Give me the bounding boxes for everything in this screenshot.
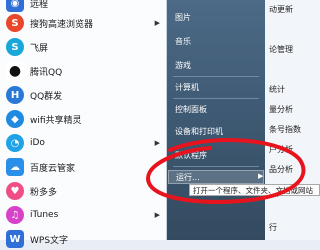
bg-text: 动更新 bbox=[269, 5, 293, 14]
bg-text: 行 bbox=[269, 223, 277, 232]
menu-item-devices-printers[interactable]: 设备和打印机 bbox=[175, 126, 223, 137]
program-label: 飞屏 bbox=[30, 43, 49, 54]
menu-item-default-programs[interactable]: 默认程序 bbox=[175, 150, 207, 161]
start-menu-programs-list: ◉ 远程 S 搜狗高速浏览器 ▶ S 飞屏 ● 腾讯QQ H QQ群发 ◆ wi… bbox=[0, 0, 167, 248]
program-label: 远程 bbox=[30, 0, 49, 10]
submenu-arrow-icon: ▶ bbox=[154, 139, 160, 147]
program-item-fenduoduo[interactable]: ♥ 粉多多 bbox=[0, 180, 166, 202]
feiping-icon: S bbox=[6, 38, 24, 56]
baidu-cloud-icon: ☁ bbox=[6, 158, 24, 176]
bg-text: 统计 bbox=[269, 85, 285, 94]
menu-item-control-panel[interactable]: 控制面板 bbox=[175, 104, 207, 115]
program-label: wifi共享精灵 bbox=[30, 115, 82, 126]
program-item-sogou-browser[interactable]: S 搜狗高速浏览器 ▶ bbox=[0, 12, 166, 34]
ido-icon: ◔ bbox=[6, 134, 24, 152]
menu-divider bbox=[173, 98, 259, 99]
bg-text: 户分析 bbox=[269, 145, 293, 154]
program-label: iTunes bbox=[30, 210, 59, 220]
program-item-baidu-cloud[interactable]: ☁ 百度云管家 bbox=[0, 156, 166, 178]
program-label: 腾讯QQ bbox=[30, 67, 63, 78]
start-menu-right-pane: 图片 音乐 游戏 计算机 控制面板 设备和打印机 默认程序 bbox=[167, 0, 265, 240]
background-window: 动更新 论管理 统计 量分析 条号指数 户分析 品分析 用户 行 bbox=[265, 0, 320, 240]
program-label: iDo bbox=[30, 138, 45, 148]
program-label: WPS文字 bbox=[30, 235, 69, 246]
program-item-qq-mass-send[interactable]: H QQ群发 bbox=[0, 84, 166, 106]
program-label: 粉多多 bbox=[30, 187, 58, 198]
program-item-itunes[interactable]: ♫ iTunes ▶ bbox=[0, 204, 166, 226]
bg-text: 论管理 bbox=[269, 45, 293, 54]
bg-text: 量分析 bbox=[269, 105, 293, 114]
program-item-qq[interactable]: ● 腾讯QQ bbox=[0, 60, 166, 82]
submenu-arrow-icon: ▶ bbox=[154, 211, 160, 219]
menu-item-games[interactable]: 游戏 bbox=[175, 60, 191, 71]
submenu-arrow-icon: ▶ bbox=[154, 19, 160, 27]
wifi-icon: ◆ bbox=[6, 110, 24, 128]
itunes-icon: ♫ bbox=[6, 206, 24, 224]
qq-penguin-icon: ● bbox=[6, 62, 24, 80]
qq-mass-send-icon: H bbox=[6, 86, 24, 104]
menu-item-pictures[interactable]: 图片 bbox=[175, 12, 191, 23]
run-tooltip: 打开一个程序、文件夹、文档或网站 bbox=[189, 184, 320, 196]
menu-divider bbox=[173, 166, 259, 167]
bg-text: 条号指数 bbox=[269, 125, 301, 134]
menu-item-music[interactable]: 音乐 bbox=[175, 36, 191, 47]
program-label: 搜狗高速浏览器 bbox=[30, 19, 94, 30]
program-label: 百度云管家 bbox=[30, 163, 76, 174]
menu-item-computer[interactable]: 计算机 bbox=[175, 82, 199, 93]
menu-item-run[interactable]: 运行... bbox=[176, 172, 200, 183]
program-item-wifi-share[interactable]: ◆ wifi共享精灵 bbox=[0, 108, 166, 130]
program-item-ido[interactable]: ◔ iDo ▶ bbox=[0, 132, 166, 154]
fenduoduo-icon: ♥ bbox=[6, 182, 24, 200]
wps-icon: W bbox=[6, 230, 24, 248]
program-item-wps[interactable]: W WPS文字 bbox=[0, 228, 166, 250]
menu-divider bbox=[173, 76, 259, 77]
remote-icon: ◉ bbox=[6, 0, 24, 12]
program-item-feiping[interactable]: S 飞屏 bbox=[0, 36, 166, 58]
program-label: QQ群发 bbox=[30, 91, 63, 102]
sogou-browser-icon: S bbox=[6, 14, 24, 32]
bg-text: 品分析 bbox=[269, 165, 293, 174]
